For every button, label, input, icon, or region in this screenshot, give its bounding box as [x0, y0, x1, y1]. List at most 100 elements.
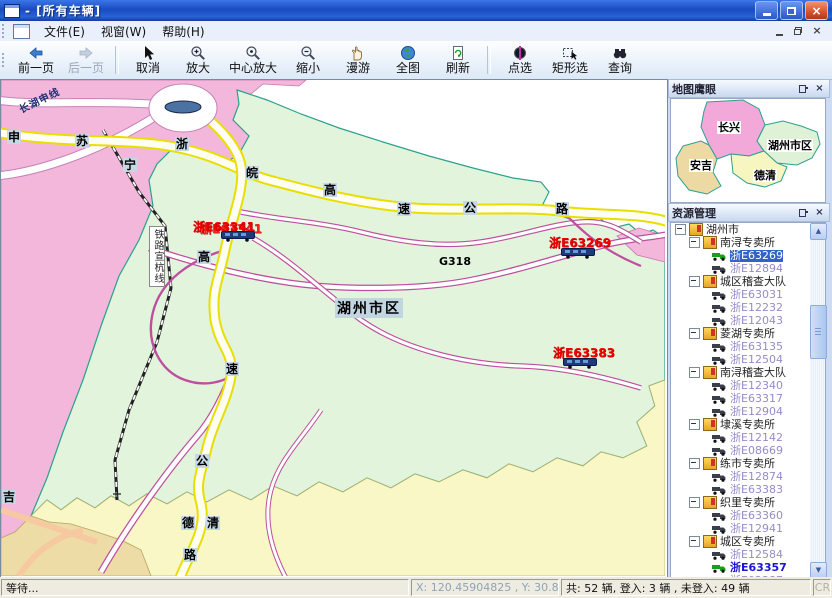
truck-icon — [711, 472, 727, 482]
tree-node-org[interactable]: 练市专卖所 — [671, 457, 802, 470]
tree-node-org[interactable]: 菱湖专卖所 — [671, 327, 802, 340]
tree-node-org[interactable]: 南浔稽查大队 — [671, 366, 802, 379]
scrollbar-thumb[interactable] — [810, 305, 827, 359]
tree-node-vehicle[interactable]: 浙E63383 — [671, 483, 802, 496]
eagle-eye-panel-header: 地图鹰眼 × — [668, 79, 830, 98]
tree-node-org[interactable]: 织里专卖所 — [671, 496, 802, 509]
eagle-eye-panel-title: 地图鹰眼 — [672, 81, 716, 97]
next-page-button[interactable]: 后一页 — [61, 41, 111, 79]
cancel-button[interactable]: 取消 — [123, 41, 173, 79]
map-road-char: 浙 — [175, 137, 189, 151]
tree-node-vehicle[interactable]: 浙E08669 — [671, 444, 802, 457]
point-select-button[interactable]: 点选 — [495, 41, 545, 79]
map-viewport[interactable]: 申 苏 浙 皖 高 速 公 路 宁 高 速 公 路 G318 湖州市区 德 清 … — [0, 79, 668, 579]
refresh-button[interactable]: 刷新 — [433, 41, 483, 79]
restore-button[interactable] — [780, 1, 803, 20]
tree-node-org[interactable]: 南浔专卖所 — [671, 236, 802, 249]
tree-node-org[interactable]: 城区稽查大队 — [671, 275, 802, 288]
tree-node-vehicle[interactable]: 浙E12894 — [671, 262, 802, 275]
map-canvas[interactable] — [1, 80, 665, 576]
tree-node-vehicle[interactable]: 浙E63357 — [671, 561, 802, 574]
vehicle-marker[interactable]: 浙E63341 浙E63341 — [193, 218, 283, 244]
menu-view[interactable]: 视窗(W) — [93, 21, 154, 42]
tree-node-org[interactable]: 湖州市 — [671, 223, 802, 236]
close-icon: × — [811, 6, 821, 16]
anji-label-partial: 吉 — [2, 490, 16, 504]
menu-help[interactable]: 帮助(H) — [154, 21, 212, 42]
truck-icon — [711, 264, 727, 274]
collapse-icon[interactable] — [689, 328, 700, 339]
organization-icon — [703, 535, 717, 548]
menubar-grip[interactable] — [2, 24, 8, 38]
collapse-icon[interactable] — [675, 224, 686, 235]
toolbar-grip[interactable] — [2, 53, 8, 67]
tree-scrollbar[interactable]: ▲ ▼ — [810, 223, 825, 577]
close-button[interactable]: × — [805, 1, 828, 20]
collapse-icon[interactable] — [689, 276, 700, 287]
menu-file[interactable]: 文件(E) — [36, 21, 93, 42]
vehicle-marker[interactable]: 浙E63269 — [549, 234, 619, 262]
query-button[interactable]: 查询 — [595, 41, 645, 79]
mdi-close-button[interactable]: × — [808, 23, 826, 39]
full-map-button[interactable]: 全图 — [383, 41, 433, 79]
mdi-restore-button[interactable] — [789, 23, 807, 39]
deqing-label: 清 — [206, 516, 220, 530]
tree-node-vehicle[interactable]: 浙E12584 — [671, 548, 802, 561]
city-region-label: 湖州市区 — [335, 298, 403, 318]
tree-node-vehicle[interactable]: 浙E12874 — [671, 470, 802, 483]
vehicle-icon — [221, 231, 255, 242]
mdi-minimize-button[interactable] — [770, 23, 788, 39]
mdi-restore-icon — [794, 27, 802, 35]
scroll-up-button[interactable]: ▲ — [810, 223, 827, 240]
vehicle-marker[interactable]: 浙E63383 — [553, 344, 623, 372]
eagle-eye-map[interactable]: 长兴 湖州市区 安吉 德清 — [670, 98, 826, 203]
resource-tree-container: 湖州市 南浔专卖所 浙E63269 浙E12894 城区稽查大队 浙E63031… — [670, 222, 826, 578]
pan-button[interactable]: 漫游 — [333, 41, 383, 79]
collapse-icon[interactable] — [689, 497, 700, 508]
binoculars-icon — [612, 45, 628, 61]
tree-node-vehicle[interactable]: 浙E12504 — [671, 353, 802, 366]
center-zoom-button[interactable]: 中心放大 — [223, 41, 283, 79]
collapse-icon[interactable] — [689, 536, 700, 547]
collapse-icon[interactable] — [689, 237, 700, 248]
panel-close-button[interactable]: × — [813, 83, 826, 95]
truck-icon — [711, 485, 727, 495]
organization-icon — [703, 418, 717, 431]
lake — [165, 101, 201, 113]
tree-node-vehicle[interactable]: 浙E12904 — [671, 405, 802, 418]
tree-node-org[interactable]: 埭溪专卖所 — [671, 418, 802, 431]
tree-node-vehicle[interactable]: 浙E12043 — [671, 314, 802, 327]
tree-node-vehicle[interactable]: 浙E63360 — [671, 509, 802, 522]
zoom-in-button[interactable]: 放大 — [173, 41, 223, 79]
prev-page-button[interactable]: 前一页 — [11, 41, 61, 79]
tree-node-vehicle[interactable]: 浙E63317 — [671, 392, 802, 405]
tree-node-vehicle[interactable]: 浙E12941 — [671, 522, 802, 535]
tree-node-vehicle[interactable]: 浙E63269 — [671, 249, 802, 262]
pin-button[interactable] — [797, 83, 810, 95]
tree-node-vehicle[interactable]: 浙E63031 — [671, 288, 802, 301]
collapse-icon[interactable] — [689, 458, 700, 469]
rect-select-button[interactable]: 矩形选 — [545, 41, 595, 79]
map-road-char: 高 — [197, 250, 211, 264]
child-window-icon[interactable] — [13, 24, 30, 39]
tree-node-vehicle[interactable]: 浙E12142 — [671, 431, 802, 444]
pin-button[interactable] — [797, 207, 810, 219]
tree-node-org[interactable]: 城区专卖所 — [671, 535, 802, 548]
overview-label-anji: 安吉 — [689, 159, 713, 172]
panel-close-button[interactable]: × — [813, 207, 826, 219]
cursor-arrow-icon — [140, 45, 156, 61]
map-road-char: 高 — [323, 183, 337, 197]
minimize-button[interactable] — [755, 1, 778, 20]
tree-node-vehicle[interactable]: 浙E63135 — [671, 340, 802, 353]
app-icon — [4, 4, 20, 18]
tree-node-vehicle[interactable]: 浙E12340 — [671, 379, 802, 392]
tree-node-vehicle[interactable]: 浙E12232 — [671, 301, 802, 314]
pin-icon — [799, 208, 808, 217]
truck-icon — [711, 433, 727, 443]
zoom-out-button[interactable]: 缩小 — [283, 41, 333, 79]
mdi-close-icon: × — [812, 26, 821, 36]
collapse-icon[interactable] — [689, 419, 700, 430]
collapse-icon[interactable] — [689, 367, 700, 378]
map-road-char: 速 — [397, 202, 411, 216]
close-icon: × — [815, 208, 823, 217]
